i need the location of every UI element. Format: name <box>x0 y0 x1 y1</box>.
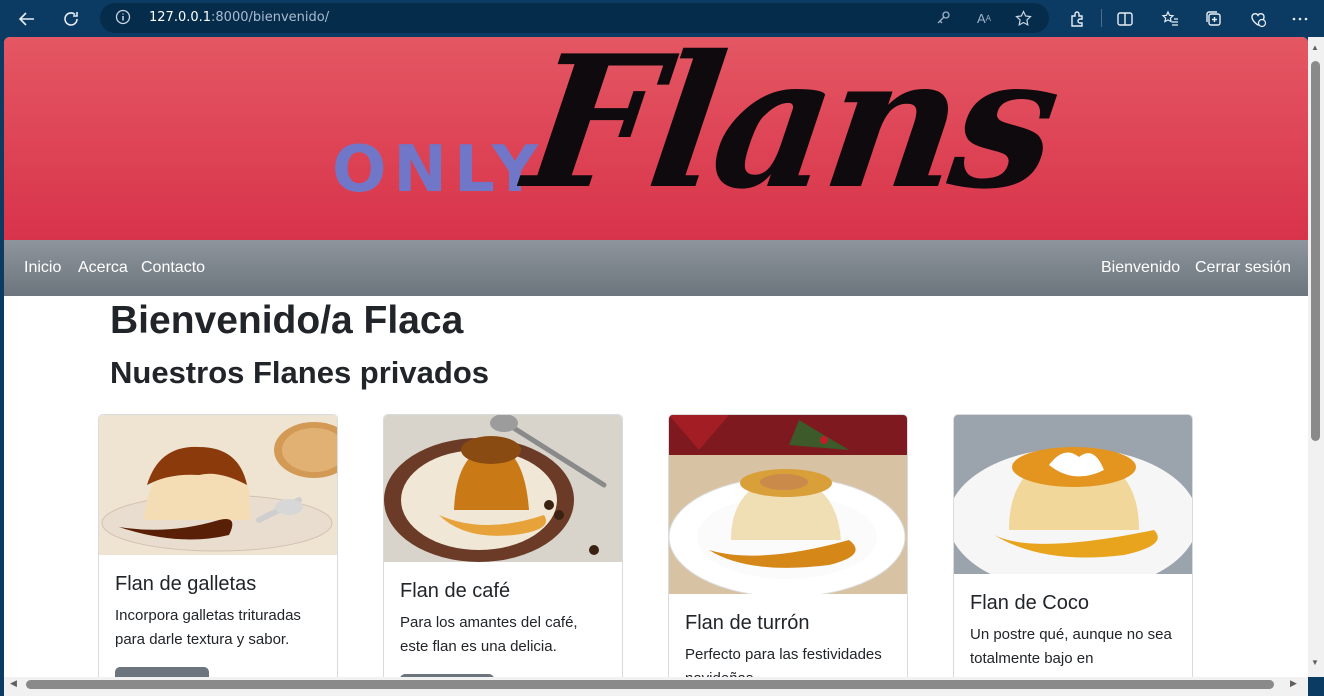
card-text: Un postre qué, aunque no sea totalmente … <box>970 626 1172 667</box>
nav-link-cerrar-sesion[interactable]: Cerrar sesión <box>1195 259 1291 277</box>
nav-link-contacto[interactable]: Contacto <box>141 259 205 277</box>
read-aloud-icon[interactable]: AA <box>974 8 994 28</box>
scroll-down-arrow-icon[interactable]: ▼ <box>1311 658 1319 667</box>
flan-card: Flan de Coco Un postre qué, aunque no se… <box>953 414 1193 677</box>
horizontal-scrollbar[interactable]: ◀ ▶ <box>4 677 1308 696</box>
card-title: Flan de galletas <box>115 573 257 595</box>
flan-card: Flan de café Para los amantes del café, … <box>383 414 623 677</box>
favorites-list-icon[interactable] <box>1157 6 1183 32</box>
logo-only-text: ONLY <box>332 133 546 207</box>
url-host: 127.0.0.1 <box>149 10 212 25</box>
browser-essentials-icon[interactable] <box>1245 6 1271 32</box>
extensions-puzzle-icon[interactable] <box>1064 6 1090 32</box>
back-arrow-icon[interactable] <box>14 6 40 32</box>
card-title: Flan de turrón <box>685 612 810 634</box>
reload-icon[interactable] <box>58 6 84 32</box>
section-title: Nuestros Flanes privados <box>110 355 490 390</box>
scroll-up-arrow-icon[interactable]: ▲ <box>1311 43 1319 52</box>
url-path: :8000/bienvenido/ <box>211 10 330 25</box>
flan-cafe-photo <box>384 415 622 562</box>
horizontal-scroll-thumb[interactable] <box>26 680 1274 689</box>
scroll-right-arrow-icon[interactable]: ▶ <box>1290 678 1297 689</box>
password-key-icon[interactable] <box>933 8 953 28</box>
flan-coco-photo <box>954 415 1192 574</box>
card-title: Flan de Coco <box>970 592 1089 614</box>
page-viewport: ONLY Flans Inicio Acerca Contacto Bienve… <box>4 37 1308 677</box>
vertical-scroll-thumb[interactable] <box>1311 61 1320 441</box>
card-text: Incorpora galletas trituradas para darle… <box>115 607 301 648</box>
main-navbar: Inicio Acerca Contacto Bienvenido Cerrar… <box>4 240 1308 296</box>
more-menu-icon[interactable] <box>1287 6 1313 32</box>
toolbar-divider <box>1101 9 1102 27</box>
address-bar[interactable]: 127.0.0.1:8000/bienvenido/ AA <box>100 3 1049 33</box>
site-banner: ONLY Flans <box>4 37 1308 240</box>
flan-turron-photo <box>669 415 907 594</box>
card-text: Para los amantes del café, este flan es … <box>400 614 578 655</box>
favorite-star-icon[interactable] <box>1013 8 1033 28</box>
page-title: Bienvenido/a Flaca <box>110 299 464 342</box>
card-text: Perfecto para las festividades navideñas… <box>685 646 882 677</box>
browser-toolbar: 127.0.0.1:8000/bienvenido/ AA <box>0 0 1324 37</box>
flan-galletas-photo <box>99 415 337 555</box>
url-text[interactable]: 127.0.0.1:8000/bienvenido/ <box>149 10 329 25</box>
nav-link-acerca[interactable]: Acerca <box>78 259 128 277</box>
split-screen-icon[interactable] <box>1112 6 1138 32</box>
flan-card: Flan de galletas Incorpora galletas trit… <box>98 414 338 677</box>
card-title: Flan de café <box>400 580 511 602</box>
site-info-icon[interactable] <box>115 9 131 28</box>
scroll-left-arrow-icon[interactable]: ◀ <box>10 678 17 689</box>
logo-flans-text: Flans <box>514 37 1067 229</box>
collections-icon[interactable] <box>1201 6 1227 32</box>
flan-card: Flan de turrón Perfecto para las festivi… <box>668 414 908 677</box>
vertical-scrollbar[interactable]: ▲ ▼ <box>1308 37 1324 677</box>
nav-link-inicio[interactable]: Inicio <box>24 259 61 277</box>
card-button[interactable] <box>115 667 209 677</box>
nav-link-bienvenido[interactable]: Bienvenido <box>1101 259 1180 277</box>
